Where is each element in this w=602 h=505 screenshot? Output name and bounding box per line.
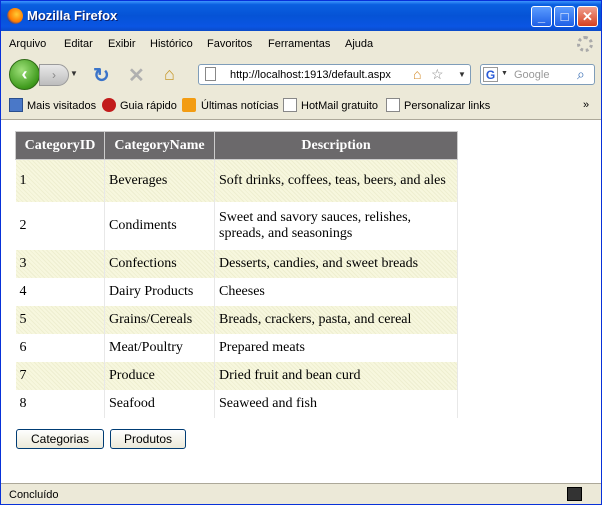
back-button[interactable]: ‹	[9, 59, 40, 90]
minimize-button[interactable]: _	[531, 6, 552, 27]
cell-categoryname: Beverages	[104, 159, 215, 202]
menu-arquivo[interactable]: Arquivo	[9, 38, 46, 50]
cell-categoryname: Condiments	[104, 201, 215, 250]
google-engine-icon[interactable]: G	[483, 67, 498, 82]
page-icon	[283, 98, 297, 112]
cell-categoryname: Grains/Cereals	[104, 305, 215, 334]
menu-exibir[interactable]: Exibir	[108, 38, 136, 50]
throbber-icon	[577, 36, 593, 52]
cell-categoryname: Produce	[104, 361, 215, 390]
table-row: 4 Dairy Products Cheeses	[15, 277, 458, 306]
reload-icon[interactable]: ↻	[93, 63, 110, 88]
title-bar: Mozilla Firefox _ □ ✕	[1, 1, 601, 31]
table-row: 2 Condiments Sweet and savory sauces, re…	[15, 201, 458, 250]
firefox-icon	[7, 8, 23, 24]
cell-description: Dried fruit and bean curd	[214, 361, 458, 390]
table-row: 6 Meat/Poultry Prepared meats	[15, 333, 458, 362]
column-header-categoryid: CategoryID	[15, 131, 105, 160]
bookmark-mais-visitados[interactable]: Mais visitados	[27, 100, 96, 112]
table-row: 7 Produce Dried fruit and bean curd	[15, 361, 458, 390]
close-button[interactable]: ✕	[577, 6, 598, 27]
bookmark-guia-rapido[interactable]: Guia rápido	[120, 100, 177, 112]
menu-editar[interactable]: Editar	[64, 38, 93, 50]
bookmark-personalizar-links[interactable]: Personalizar links	[404, 100, 490, 112]
cell-categoryname: Dairy Products	[104, 277, 215, 306]
menu-historico[interactable]: Histórico	[150, 38, 193, 50]
column-header-categoryname: CategoryName	[104, 131, 215, 160]
chevron-right-icon[interactable]: »	[583, 99, 589, 111]
cell-description: Prepared meats	[214, 333, 458, 362]
maximize-button[interactable]: □	[554, 6, 575, 27]
status-bar: Concluído	[1, 483, 601, 504]
engine-dropdown-icon[interactable]: ▼	[501, 70, 508, 77]
search-icon[interactable]: ⌕	[577, 66, 585, 83]
cell-categoryname: Seafood	[104, 389, 215, 418]
url-dropdown-icon[interactable]: ▼	[458, 70, 466, 79]
bookmarks-toolbar: Mais visitados Guia rápido Últimas notíc…	[1, 95, 601, 117]
cell-categoryid: 3	[15, 249, 105, 278]
table-row: 1 Beverages Soft drinks, coffees, teas, …	[15, 159, 458, 202]
cell-description: Breads, crackers, pasta, and cereal	[214, 305, 458, 334]
menu-ajuda[interactable]: Ajuda	[345, 38, 373, 50]
search-box[interactable]: G ▼ Google ⌕	[480, 64, 595, 85]
security-status-icon	[567, 487, 582, 501]
categories-button[interactable]: Categorias	[16, 429, 104, 449]
column-header-description: Description	[214, 131, 458, 160]
cell-description: Sweet and savory sauces, relishes, sprea…	[214, 201, 458, 250]
bookmark-hotmail[interactable]: HotMail gratuito	[301, 100, 378, 112]
site-identity-icon[interactable]: ⌂	[413, 66, 421, 82]
cell-categoryid: 1	[15, 159, 105, 202]
search-placeholder[interactable]: Google	[514, 69, 549, 81]
cell-categoryname: Meat/Poultry	[104, 333, 215, 362]
cell-description: Soft drinks, coffees, teas, beers, and a…	[214, 159, 458, 202]
table-row: 3 Confections Desserts, candies, and swe…	[15, 249, 458, 278]
menu-bar: Arquivo Editar Exibir Histórico Favorito…	[1, 34, 601, 54]
guide-icon	[102, 98, 116, 112]
bookmark-ultimas-noticias[interactable]: Últimas notícias	[201, 100, 279, 112]
cell-categoryname: Confections	[104, 249, 215, 278]
navigation-toolbar: ‹ › ▼ ↻ ✕ ⌂ http://localhost:1913/defaul…	[1, 56, 601, 92]
cell-categoryid: 5	[15, 305, 105, 334]
page-content: CategoryID CategoryName Description 1 Be…	[1, 119, 601, 483]
table-header-row: CategoryID CategoryName Description	[15, 131, 458, 160]
page-icon	[205, 67, 216, 81]
cell-categoryid: 8	[15, 389, 105, 418]
stop-icon[interactable]: ✕	[128, 63, 145, 88]
categories-grid: CategoryID CategoryName Description 1 Be…	[15, 131, 458, 418]
cell-description: Cheeses	[214, 277, 458, 306]
rss-feed-icon	[182, 98, 196, 112]
browser-window: Mozilla Firefox _ □ ✕ Arquivo Editar Exi…	[0, 0, 602, 505]
cell-description: Desserts, candies, and sweet breads	[214, 249, 458, 278]
forward-button[interactable]: ›	[39, 64, 69, 86]
page-icon	[386, 98, 400, 112]
cell-description: Seaweed and fish	[214, 389, 458, 418]
cell-categoryid: 2	[15, 201, 105, 250]
status-text: Concluído	[9, 489, 59, 501]
cell-categoryid: 4	[15, 277, 105, 306]
table-row: 8 Seafood Seaweed and fish	[15, 389, 458, 418]
menu-favoritos[interactable]: Favoritos	[207, 38, 252, 50]
window-title: Mozilla Firefox	[27, 8, 118, 23]
url-text[interactable]: http://localhost:1913/default.aspx	[230, 69, 391, 81]
bookmark-star-icon[interactable]: ☆	[431, 66, 444, 83]
products-button[interactable]: Produtos	[110, 429, 186, 449]
smart-folder-icon	[9, 98, 23, 112]
cell-categoryid: 6	[15, 333, 105, 362]
url-bar[interactable]: http://localhost:1913/default.aspx ⌂ ☆ ▼	[198, 64, 471, 85]
home-icon[interactable]: ⌂	[164, 64, 175, 85]
table-row: 5 Grains/Cereals Breads, crackers, pasta…	[15, 305, 458, 334]
menu-ferramentas[interactable]: Ferramentas	[268, 38, 330, 50]
cell-categoryid: 7	[15, 361, 105, 390]
history-dropdown-icon[interactable]: ▼	[70, 69, 78, 78]
